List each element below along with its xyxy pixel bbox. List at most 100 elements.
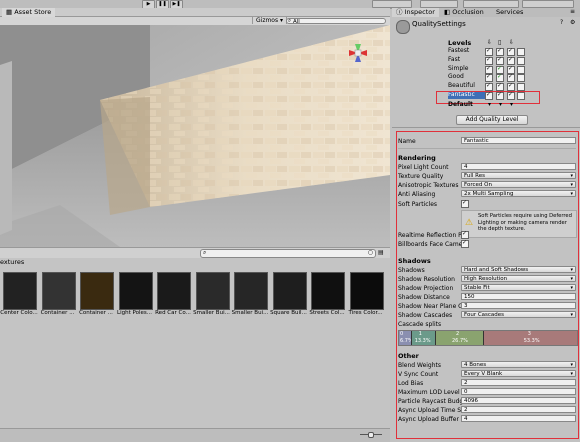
- filter-icon[interactable]: ▤: [378, 249, 384, 256]
- shadow-near-plane-field[interactable]: 3: [461, 302, 576, 309]
- tab-services-label: Services: [496, 8, 524, 16]
- billboards-label: Billboards Face Came: [398, 241, 463, 248]
- shadow-resolution-dropdown[interactable]: High Resolution: [461, 275, 576, 282]
- cascade-segment-0[interactable]: 0 6.7%: [399, 331, 413, 345]
- aniso-label: Anisotropic Textures: [398, 182, 459, 189]
- vsync-dropdown[interactable]: Every V Blank: [461, 370, 576, 377]
- tab-occlusion[interactable]: ◧ Occlusion: [440, 8, 488, 17]
- soft-particles-checkbox[interactable]: [461, 199, 469, 208]
- menu-icon[interactable]: ≡: [570, 8, 575, 15]
- level-platform-checkbox[interactable]: [485, 65, 493, 74]
- level-platform-checkbox[interactable]: [507, 82, 515, 92]
- add-quality-level-button[interactable]: Add Quality Level: [456, 115, 528, 125]
- scene-search-input[interactable]: ⌕ All: [286, 18, 386, 25]
- shadows-header: Shadows: [398, 257, 431, 265]
- aa-dropdown[interactable]: 2x Multi Sampling: [461, 190, 576, 197]
- level-label[interactable]: Simple: [448, 65, 469, 73]
- default-dropdown-arrow[interactable]: ▾: [499, 101, 502, 108]
- shadow-cascades-dropdown[interactable]: Four Cascades: [461, 311, 576, 318]
- level-label[interactable]: Good: [448, 73, 464, 81]
- delete-level-icon[interactable]: [517, 74, 525, 83]
- cascade-pct: 53.3%: [523, 338, 540, 344]
- async-time-field[interactable]: 2: [461, 406, 576, 413]
- layers-dropdown[interactable]: [463, 0, 519, 8]
- default-dropdown-arrow[interactable]: ▾: [510, 101, 513, 108]
- asset-thumbnail[interactable]: [3, 272, 37, 310]
- gizmos-dropdown[interactable]: Gizmos ▾: [252, 17, 288, 24]
- pixel-light-field[interactable]: 4: [461, 163, 576, 170]
- level-platform-checkbox[interactable]: [496, 56, 504, 65]
- name-field[interactable]: Fantastic: [461, 137, 576, 144]
- particle-budget-field[interactable]: 4096: [461, 397, 576, 404]
- level-platform-checkbox[interactable]: [496, 65, 504, 74]
- level-platform-checkbox[interactable]: [496, 73, 504, 83]
- cascade-index: 2: [456, 331, 460, 337]
- level-platform-checkbox[interactable]: [485, 56, 493, 65]
- delete-level-icon[interactable]: [517, 56, 525, 65]
- billboards-checkbox[interactable]: [461, 239, 469, 248]
- help-icon[interactable]: ?: [560, 19, 563, 26]
- async-buffer-field[interactable]: 4: [461, 415, 576, 422]
- project-search-input[interactable]: ⌕ ○: [200, 249, 376, 258]
- divider: [398, 148, 576, 149]
- tab-asset-store[interactable]: ▦ Asset Store: [2, 8, 56, 17]
- max-lod-field[interactable]: 0: [461, 388, 576, 395]
- account-button[interactable]: [420, 0, 458, 8]
- cascade-pct: 26.7%: [452, 338, 468, 344]
- tab-inspector[interactable]: ⓘ Inspector: [392, 8, 439, 17]
- level-platform-checkbox[interactable]: [485, 82, 493, 92]
- async-buffer-label: Async Upload Buffer: [398, 416, 459, 423]
- shadow-distance-field[interactable]: 150: [461, 293, 576, 300]
- level-platform-checkbox[interactable]: [507, 56, 515, 65]
- level-platform-checkbox[interactable]: [496, 47, 504, 56]
- cascade-segment-3[interactable]: 3 53.3%: [482, 331, 577, 345]
- asset-thumbnail[interactable]: [272, 272, 307, 310]
- asset-thumbnail[interactable]: [118, 272, 153, 310]
- shadow-projection-dropdown[interactable]: Stable Fit: [461, 284, 576, 291]
- scene-view[interactable]: [0, 25, 390, 247]
- delete-level-icon[interactable]: [517, 65, 525, 74]
- lod-bias-field[interactable]: 2: [461, 379, 576, 386]
- zoom-slider-thumb[interactable]: [368, 432, 374, 438]
- level-platform-checkbox[interactable]: [507, 73, 515, 83]
- asset-thumbnail[interactable]: [349, 272, 384, 310]
- blend-weights-dropdown[interactable]: 4 Bones: [461, 361, 576, 368]
- level-platform-checkbox[interactable]: [485, 73, 493, 83]
- level-platform-checkbox[interactable]: [507, 47, 515, 56]
- layout-dropdown[interactable]: [522, 0, 574, 8]
- async-time-label: Async Upload Time Sl: [398, 407, 463, 414]
- level-platform-checkbox[interactable]: [496, 82, 504, 92]
- level-label[interactable]: Beautiful: [448, 82, 475, 90]
- lod-bias-label: Lod Bias: [398, 380, 424, 387]
- texture-quality-dropdown[interactable]: Full Res: [461, 172, 576, 179]
- asset-thumbnail[interactable]: [41, 272, 76, 310]
- cascade-splits-bar[interactable]: 0 6.7% 1 13.3% 2 26.7% 3 53.3%: [398, 330, 578, 346]
- folder-name: extures: [0, 258, 25, 266]
- cascade-index: 0: [400, 331, 404, 337]
- blend-weights-label: Blend Weights: [398, 362, 442, 369]
- realtime-reflection-checkbox[interactable]: [461, 230, 469, 239]
- asset-thumbnail[interactable]: [311, 272, 345, 310]
- clear-search-icon[interactable]: ○: [368, 249, 373, 256]
- asset-thumbnail[interactable]: [234, 272, 268, 310]
- cascade-segment-1[interactable]: 1 13.3%: [410, 331, 435, 345]
- delete-level-icon[interactable]: [517, 48, 525, 56]
- asset-thumbnail[interactable]: [157, 272, 191, 310]
- level-platform-checkbox[interactable]: [485, 47, 493, 56]
- delete-level-icon[interactable]: [517, 83, 525, 92]
- asset-thumbnail[interactable]: [80, 272, 114, 310]
- level-platform-checkbox[interactable]: [507, 65, 515, 74]
- name-label: Name: [398, 138, 416, 145]
- tab-services[interactable]: Services: [492, 8, 527, 17]
- tab-inspector-label: Inspector: [404, 8, 435, 16]
- asset-thumbnail[interactable]: [195, 272, 230, 310]
- level-label[interactable]: Fastest: [448, 47, 469, 55]
- scene-gizmo[interactable]: [346, 41, 370, 65]
- gear-icon[interactable]: ⚙: [570, 19, 575, 26]
- level-label[interactable]: Fast: [448, 56, 460, 64]
- aniso-dropdown[interactable]: Forced On: [461, 181, 576, 188]
- collab-button[interactable]: [372, 0, 412, 8]
- cascade-segment-2[interactable]: 2 26.7%: [435, 331, 483, 345]
- shadows-dropdown[interactable]: Hard and Soft Shadows: [461, 266, 576, 273]
- default-dropdown-arrow[interactable]: ▾: [488, 101, 491, 108]
